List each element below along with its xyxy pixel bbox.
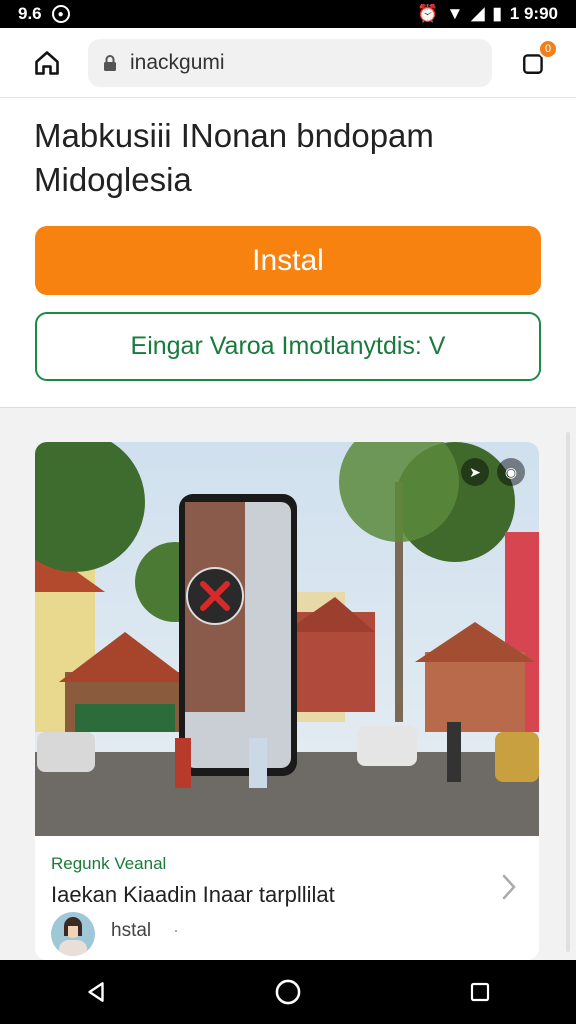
system-navbar xyxy=(0,960,576,1024)
secondary-button[interactable]: Eingar Varoa Imotlanytdis: V xyxy=(35,312,541,381)
browser-toolbar: inackgumi 0 xyxy=(0,28,576,98)
verified-icon: · xyxy=(173,920,179,940)
page-title: Mabkusiii INonan bndopam Midoglesia xyxy=(34,117,434,198)
url-text: inackgumi xyxy=(130,50,225,74)
chevron-right-icon xyxy=(502,874,516,900)
chevron-right-button[interactable] xyxy=(497,870,521,904)
recents-icon xyxy=(470,982,490,1002)
lock-icon xyxy=(104,54,116,71)
content-card[interactable]: ➤ ◉ Regunk Veanal Iaekan Kiaadin Inaar t… xyxy=(35,442,539,960)
back-button[interactable] xyxy=(66,968,126,1016)
url-bar[interactable]: inackgumi xyxy=(88,38,492,87)
avatar[interactable] xyxy=(51,912,95,956)
back-icon xyxy=(88,982,104,1002)
tabs-button[interactable]: 0 xyxy=(516,38,558,81)
status-bar: 9.6 ● ⏰ ▼ ◢ ▮ 1 9:90 xyxy=(0,0,576,28)
scrollbar[interactable] xyxy=(566,432,570,952)
recents-button[interactable] xyxy=(450,968,510,1016)
alarm-icon: ⏰ xyxy=(417,4,439,23)
share-icon[interactable]: ➤ xyxy=(461,458,489,486)
wifi-icon: ▼ xyxy=(446,4,464,23)
view-icon[interactable]: ◉ xyxy=(497,458,525,486)
status-time-right: 1 9:90 xyxy=(509,4,558,23)
notification-icon: ● xyxy=(51,5,70,23)
card-actions: ➤ ◉ xyxy=(461,458,525,486)
author-name[interactable]: hstal xyxy=(111,920,151,942)
card-image xyxy=(35,442,539,836)
home-icon xyxy=(35,50,59,75)
card-title[interactable]: Iaekan Kiaadin Inaar tarpllilat xyxy=(51,882,335,908)
battery-icon: ▮ xyxy=(492,4,502,23)
card-body: Regunk Veanal Iaekan Kiaadin Inaar tarpl… xyxy=(35,836,539,960)
page-header: Mabkusiii INonan bndopam Midoglesia Inst… xyxy=(0,98,576,408)
install-button[interactable]: Instal xyxy=(35,226,541,295)
signal-icon: ◢ xyxy=(471,4,485,23)
home-nav-button[interactable] xyxy=(258,968,318,1016)
tab-count-badge: 0 xyxy=(538,38,558,59)
card-kicker: Regunk Veanal xyxy=(51,854,167,873)
status-time-left: 9.6 xyxy=(18,4,42,23)
home-circle-icon xyxy=(275,979,301,1005)
home-button[interactable] xyxy=(24,40,70,86)
